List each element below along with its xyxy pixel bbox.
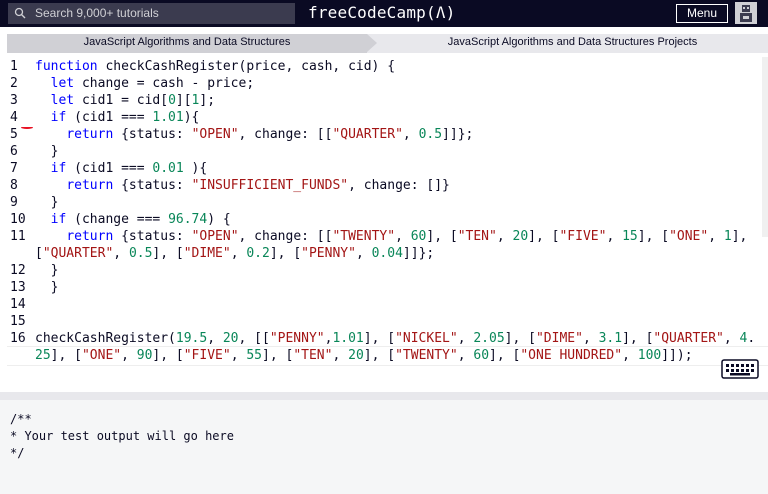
code-line: } [35, 280, 59, 295]
line-number: 13 [10, 280, 26, 295]
breadcrumb-block-label[interactable]: JavaScript Algorithms and Data Structure… [377, 36, 768, 48]
editor-scrollbar[interactable] [762, 57, 768, 237]
code-line: } [35, 195, 59, 210]
breadcrumb: JavaScript Algorithms and Data Structure… [7, 34, 768, 53]
code-line: return {status: "INSUFFICIENT_FUNDS", ch… [66, 178, 450, 193]
code-line: } [35, 144, 59, 159]
avatar[interactable] [735, 2, 757, 24]
code-line: if (change === 96.74) { [50, 212, 231, 227]
line-number: 9 [10, 195, 18, 210]
output-line: /** [10, 412, 32, 426]
brand-logo[interactable]: freeCodeCamp(Ʌ) [308, 3, 456, 22]
line-number: 15 [10, 314, 26, 329]
line-number: 7 [10, 161, 18, 176]
line-number: 16 [10, 331, 26, 346]
code-line: let change = cash - price; [50, 76, 255, 91]
code-line-wrapped: 25], ["ONE", 90], ["FIVE", 55], ["TEN", … [35, 348, 693, 363]
line-number: 3 [10, 93, 18, 108]
search-bar[interactable]: Search 9,000+ tutorials [8, 3, 295, 24]
keyboard-icon[interactable] [721, 357, 759, 381]
line-number: 12 [10, 263, 26, 278]
top-navbar: Search 9,000+ tutorials freeCodeCamp(Ʌ) … [0, 0, 768, 27]
lint-squiggle [21, 126, 33, 129]
code-line: return {status: "OPEN", change: [["QUART… [66, 127, 474, 142]
line-number: 14 [10, 297, 26, 312]
search-icon [14, 7, 26, 19]
code-line: if (cid1 === 1.01){ [50, 110, 200, 125]
line-number: 1 [10, 59, 18, 74]
line-number: 6 [10, 144, 18, 159]
test-output-panel: /** * Your test output will go here */ [0, 400, 768, 494]
code-line-wrapped: ["QUARTER", 0.5], ["DIME", 0.2], ["PENNY… [35, 246, 435, 261]
breadcrumb-arrow [367, 34, 377, 52]
line-number: 4 [10, 110, 18, 125]
code-line: checkCashRegister(19.5, 20, [["PENNY",1.… [35, 331, 756, 346]
menu-button[interactable]: Menu [676, 4, 728, 23]
line-number: 8 [10, 178, 18, 193]
code-line: if (cid1 === 0.01 ){ [50, 161, 208, 176]
code-line: let cid1 = cid[0][1]; [50, 93, 216, 108]
avatar-icon [735, 2, 757, 24]
search-placeholder: Search 9,000+ tutorials [35, 6, 159, 20]
line-number: 10 [10, 212, 26, 227]
line-number: 5 [10, 127, 18, 142]
code-line: return {status: "OPEN", change: [["TWENT… [66, 229, 748, 244]
line-number: 2 [10, 76, 18, 91]
output-line: */ [10, 446, 25, 460]
line-number: 11 [10, 229, 26, 244]
code-editor[interactable]: 1 2 3 4 5 6 7 8 9 10 11 12 13 14 15 16 f… [7, 57, 768, 387]
panel-divider[interactable] [0, 392, 768, 400]
code-line: } [35, 263, 59, 278]
breadcrumb-superblock-label: JavaScript Algorithms and Data Structure… [83, 36, 291, 48]
breadcrumb-superblock[interactable]: JavaScript Algorithms and Data Structure… [7, 34, 367, 53]
output-line: * Your test output will go here [10, 429, 234, 443]
code-line: function checkCashRegister(price, cash, … [35, 59, 396, 74]
